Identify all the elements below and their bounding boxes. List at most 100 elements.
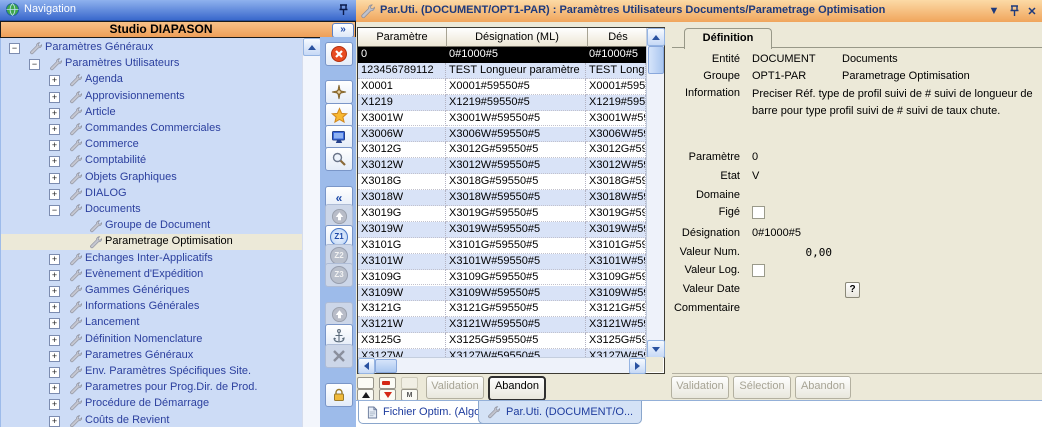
designation-ml-cell[interactable]: X3121W#59550#5 bbox=[586, 317, 646, 333]
grid-abandon-button[interactable]: Abandon bbox=[488, 376, 546, 401]
param-cell[interactable]: 0 bbox=[358, 47, 446, 63]
compass-wheel-button[interactable] bbox=[325, 80, 353, 104]
table-row-x3001w[interactable]: X3001WX3001W#59550#5X3001W#59550#5 bbox=[358, 111, 646, 127]
tab-definition[interactable]: Définition bbox=[684, 28, 772, 49]
designation-ml-cell[interactable]: X3125G#59550#5 bbox=[586, 333, 646, 349]
grid-vscroll-thumb[interactable] bbox=[648, 46, 664, 74]
designation-ml-cell[interactable]: X0001#59550#5 bbox=[586, 79, 646, 95]
expand-box-icon[interactable]: + bbox=[49, 92, 60, 103]
table-row-x3101w[interactable]: X3101WX3101W#59550#5X3101W#59550#5 bbox=[358, 254, 646, 270]
designation-ml-cell[interactable]: X3101W#59550#5 bbox=[586, 254, 646, 270]
tree-item-param-tres-g-n-raux[interactable]: −Paramètres Généraux bbox=[1, 40, 319, 56]
param-cell[interactable]: X3012W bbox=[358, 158, 446, 174]
param-cell[interactable]: X3019G bbox=[358, 206, 446, 222]
tree-item-comptabilit[interactable]: +Comptabilité bbox=[1, 153, 319, 169]
grid-vertical-scrollbar[interactable] bbox=[646, 28, 664, 357]
valeur-log-checkbox[interactable] bbox=[752, 264, 765, 277]
designation-ml-cell[interactable]: X3127W#59550#5 bbox=[586, 349, 646, 357]
designation-cell[interactable]: X3019G#59550#5 bbox=[446, 206, 586, 222]
table-row-x1219[interactable]: X1219X1219#59550#5X1219#59550#5 bbox=[358, 95, 646, 111]
table-row-x3012w[interactable]: X3012WX3012W#59550#5X3012W#59550#5 bbox=[358, 158, 646, 174]
close-icon[interactable]: ✕ bbox=[1024, 3, 1040, 19]
table-row-x3125g[interactable]: X3125GX3125G#59550#5X3125G#59550#5 bbox=[358, 333, 646, 349]
designation-cell[interactable]: 0#1000#5 bbox=[446, 47, 586, 63]
tree-item-article[interactable]: +Article bbox=[1, 105, 319, 121]
designation-ml-cell[interactable]: X3001W#59550#5 bbox=[586, 111, 646, 127]
expand-box-icon[interactable]: + bbox=[49, 335, 60, 346]
designation-cell[interactable]: X3101W#59550#5 bbox=[446, 254, 586, 270]
designation-value[interactable]: 0#1000#5 bbox=[752, 227, 801, 239]
column-header-d-signation-ml[interactable]: Désignation (ML) bbox=[447, 28, 588, 47]
designation-ml-cell[interactable]: X1219#59550#5 bbox=[586, 95, 646, 111]
tree-item-echanges-inter-applicatifs[interactable]: +Echanges Inter-Applicatifs bbox=[1, 251, 319, 267]
grid-scroll-up-button[interactable] bbox=[647, 28, 665, 46]
screen-button[interactable] bbox=[325, 125, 353, 149]
param-cell[interactable]: X3006W bbox=[358, 127, 446, 143]
designation-ml-cell[interactable]: X3019G#59550#5 bbox=[586, 206, 646, 222]
table-row-x3018g[interactable]: X3018GX3018G#59550#5X3018G#59550#5 bbox=[358, 174, 646, 190]
tree-item-commandes-commerciales[interactable]: +Commandes Commerciales bbox=[1, 121, 319, 137]
designation-ml-cell[interactable]: X3018W#59550#5 bbox=[586, 190, 646, 206]
designation-cell[interactable]: X3001W#59550#5 bbox=[446, 111, 586, 127]
tree-item-agenda[interactable]: +Agenda bbox=[1, 72, 319, 88]
designation-cell[interactable]: X3006W#59550#5 bbox=[446, 127, 586, 143]
designation-cell[interactable]: X3121G#59550#5 bbox=[446, 301, 586, 317]
param-cell[interactable]: X3125G bbox=[358, 333, 446, 349]
table-row-x3109g[interactable]: X3109GX3109G#59550#5X3109G#59550#5 bbox=[358, 270, 646, 286]
designation-cell[interactable]: X3125G#59550#5 bbox=[446, 333, 586, 349]
designation-ml-cell[interactable]: TEST Longueur paramètre bbox=[586, 63, 646, 79]
designation-ml-cell[interactable]: X3019W#59550#5 bbox=[586, 222, 646, 238]
tree-item-objets-graphiques[interactable]: +Objets Graphiques bbox=[1, 170, 319, 186]
expand-panel-button[interactable]: » bbox=[332, 23, 354, 38]
expand-box-icon[interactable]: + bbox=[49, 108, 60, 119]
chevron-down-icon[interactable]: ▼ bbox=[986, 3, 1002, 19]
red-dash-icon[interactable] bbox=[379, 377, 396, 389]
expand-box-icon[interactable]: + bbox=[49, 318, 60, 329]
designation-cell[interactable]: X1219#59550#5 bbox=[446, 95, 586, 111]
table-row-x3012g[interactable]: X3012GX3012G#59550#5X3012G#59550#5 bbox=[358, 142, 646, 158]
designation-cell[interactable]: X3018W#59550#5 bbox=[446, 190, 586, 206]
expand-box-icon[interactable]: + bbox=[49, 270, 60, 281]
param-cell[interactable]: X3019W bbox=[358, 222, 446, 238]
designation-ml-cell[interactable]: X3109G#59550#5 bbox=[586, 270, 646, 286]
expand-box-icon[interactable]: + bbox=[49, 173, 60, 184]
parametre-value[interactable]: 0 bbox=[752, 151, 758, 163]
tree-item-groupe-de-document[interactable]: Groupe de Document bbox=[1, 218, 319, 234]
expand-box-icon[interactable]: + bbox=[49, 367, 60, 378]
designation-ml-cell[interactable]: X3012W#59550#5 bbox=[586, 158, 646, 174]
tree-item-commerce[interactable]: +Commerce bbox=[1, 137, 319, 153]
tree-item-ev-nement-d-exp-dition[interactable]: +Evènement d'Expédition bbox=[1, 267, 319, 283]
table-row-x0001[interactable]: X0001X0001#59550#5X0001#59550#5 bbox=[358, 79, 646, 95]
expand-box-icon[interactable]: + bbox=[49, 286, 60, 297]
tree-item-dialog[interactable]: +DIALOG bbox=[1, 186, 319, 202]
valeur-num-value[interactable]: 0,00 bbox=[752, 246, 832, 259]
grid-scroll-left-button[interactable] bbox=[358, 358, 375, 374]
lock-button[interactable] bbox=[325, 383, 353, 407]
search-button[interactable] bbox=[325, 147, 353, 171]
expand-box-icon[interactable]: + bbox=[49, 351, 60, 362]
designation-ml-cell[interactable]: X3006W#59550#5 bbox=[586, 127, 646, 143]
tree-item-co-ts-de-revient[interactable]: +Coûts de Revient bbox=[1, 413, 319, 427]
fige-checkbox[interactable] bbox=[752, 206, 765, 219]
table-row-x3109w[interactable]: X3109WX3109W#59550#5X3109W#59550#5 bbox=[358, 286, 646, 302]
table-row-x3006w[interactable]: X3006WX3006W#59550#5X3006W#59550#5 bbox=[358, 127, 646, 143]
table-row-0[interactable]: 00#1000#50#1000#5 bbox=[358, 47, 646, 63]
designation-cell[interactable]: X0001#59550#5 bbox=[446, 79, 586, 95]
tree-item-parametres-pour-prog-dir-de-prod[interactable]: +Parametres pour Prog.Dir. de Prod. bbox=[1, 380, 319, 396]
designation-cell[interactable]: X3121W#59550#5 bbox=[446, 317, 586, 333]
tree-item-informations-g-n-rales[interactable]: +Informations Générales bbox=[1, 299, 319, 315]
designation-cell[interactable]: X3012W#59550#5 bbox=[446, 158, 586, 174]
column-header-param-tre[interactable]: Paramètre bbox=[358, 28, 447, 47]
expand-box-icon[interactable]: + bbox=[49, 156, 60, 167]
collapse-box-icon[interactable]: − bbox=[49, 205, 60, 216]
tree-item-proc-dure-de-d-marrage[interactable]: +Procédure de Démarrage bbox=[1, 396, 319, 412]
param-cell[interactable]: X3121G bbox=[358, 301, 446, 317]
close-panel-button[interactable] bbox=[325, 42, 353, 66]
designation-cell[interactable]: X3018G#59550#5 bbox=[446, 174, 586, 190]
param-cell[interactable]: X0001 bbox=[358, 79, 446, 95]
expand-box-icon[interactable]: + bbox=[49, 75, 60, 86]
table-row-x3101g[interactable]: X3101GX3101G#59550#5X3101G#59550#5 bbox=[358, 238, 646, 254]
designation-cell[interactable]: X3127W#59550#5 bbox=[446, 349, 586, 357]
tab-par-uti[interactable]: Par.Uti. (DOCUMENT/O... bbox=[478, 401, 642, 424]
expand-box-icon[interactable]: + bbox=[49, 383, 60, 394]
